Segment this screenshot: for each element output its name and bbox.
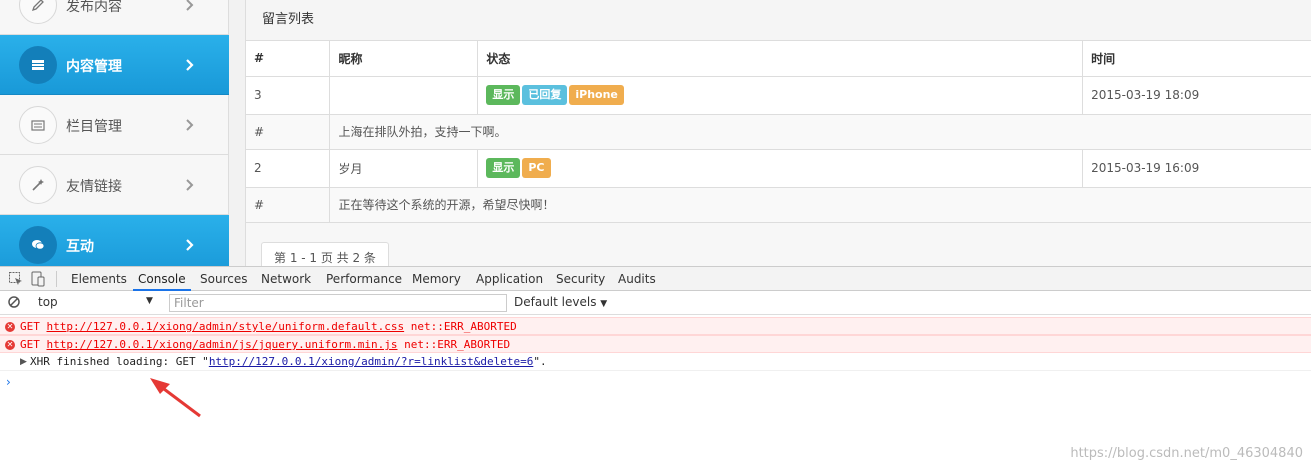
column-header: 状态 bbox=[477, 41, 1084, 77]
column-header: # bbox=[246, 41, 331, 77]
row-time: 2015-03-19 16:09 bbox=[1082, 149, 1311, 188]
tab-performance[interactable]: Performance bbox=[321, 267, 407, 291]
console-output: ✕ GET http://127.0.0.1/xiong/admin/style… bbox=[0, 317, 1311, 389]
request-method: GET bbox=[20, 338, 40, 351]
tab-elements[interactable]: Elements bbox=[66, 267, 132, 291]
sidebar-item-label: 互动 bbox=[66, 239, 94, 255]
tab-network[interactable]: Network bbox=[256, 267, 316, 291]
watermark: https://blog.csdn.net/m0_46304840 bbox=[1070, 446, 1303, 461]
row-time: 2015-03-19 18:09 bbox=[1082, 76, 1311, 115]
context-selector[interactable]: top bbox=[38, 295, 58, 309]
row-status: 显示 PC bbox=[477, 149, 1084, 188]
sidebar-item-links[interactable]: 友情链接 bbox=[0, 155, 229, 215]
tab-console[interactable]: Console bbox=[133, 267, 191, 291]
chevron-right-icon bbox=[186, 179, 194, 191]
expand-triangle-icon[interactable]: ▶ bbox=[20, 353, 27, 371]
request-url[interactable]: http://127.0.0.1/xiong/admin/?r=linklist… bbox=[209, 355, 534, 368]
row-message: 上海在排队外拍，支持一下啊。 bbox=[329, 114, 1311, 150]
column-header: 昵称 bbox=[329, 41, 479, 77]
tab-sources[interactable]: Sources bbox=[195, 267, 252, 291]
table-row[interactable]: 3 显示 已回复 iPhone 2015-03-19 18:09 bbox=[246, 76, 1311, 115]
tab-security[interactable]: Security bbox=[551, 267, 610, 291]
console-info-line[interactable]: ▶ XHR finished loading: GET "http://127.0… bbox=[0, 353, 1311, 371]
message-table: # 昵称 状态 时间 3 显示 已回复 iPhone 2015-03-19 18:0… bbox=[246, 41, 1311, 223]
error-status: net::ERR_ABORTED bbox=[410, 320, 517, 333]
row-hash: # bbox=[246, 114, 331, 150]
request-url[interactable]: http://127.0.0.1/xiong/admin/js/jquery.u… bbox=[47, 338, 398, 351]
tab-application[interactable]: Application bbox=[471, 267, 548, 291]
red-arrow-annotation bbox=[150, 378, 201, 418]
sidebar-item-label: 发布内容 bbox=[66, 0, 122, 15]
sidebar-item-label: 栏目管理 bbox=[66, 119, 122, 135]
chat-icon bbox=[19, 226, 57, 264]
status-badge[interactable]: 显示 bbox=[486, 158, 521, 178]
chevron-right-icon bbox=[186, 239, 194, 251]
list-icon bbox=[19, 46, 57, 84]
levels-label: Default levels bbox=[514, 295, 597, 309]
tab-memory[interactable]: Memory bbox=[407, 267, 466, 291]
caret-down-icon: ▼ bbox=[600, 299, 608, 309]
request-method: GET bbox=[20, 320, 40, 333]
status-badge[interactable]: 显示 bbox=[486, 85, 521, 105]
error-icon: ✕ bbox=[5, 322, 15, 332]
divider bbox=[56, 271, 57, 287]
admin-app: 发布内容 内容管理 栏目管理 友情链接 互动 留言列表 # 昵称 状态 时间 3… bbox=[0, 0, 1311, 266]
column-header: 时间 bbox=[1082, 41, 1311, 77]
sidebar: 发布内容 内容管理 栏目管理 友情链接 互动 bbox=[0, 0, 229, 266]
status-badge: PC bbox=[522, 158, 551, 178]
tab-audits[interactable]: Audits bbox=[613, 267, 661, 291]
console-error-line: ✕ GET http://127.0.0.1/xiong/admin/js/jq… bbox=[0, 335, 1311, 353]
table-row[interactable]: 2 岁月 显示 PC 2015-03-19 16:09 bbox=[246, 149, 1311, 188]
pagination-bar: 第 1 - 1 页 共 2 条 bbox=[246, 222, 1311, 266]
levels-dropdown[interactable]: Default levels ▼ bbox=[514, 295, 607, 309]
console-prompt-icon[interactable]: › bbox=[6, 375, 11, 389]
sidebar-item-label: 友情链接 bbox=[66, 179, 122, 195]
caret-down-icon[interactable]: ▼ bbox=[146, 296, 153, 306]
devtools: Elements Console Sources Network Perform… bbox=[0, 266, 1311, 469]
error-status: net::ERR_ABORTED bbox=[404, 338, 511, 351]
sidebar-item-interact[interactable]: 互动 bbox=[0, 215, 229, 266]
console-error-line: ✕ GET http://127.0.0.1/xiong/admin/style… bbox=[0, 317, 1311, 335]
row-id: 3 bbox=[246, 76, 331, 115]
filter-input[interactable] bbox=[169, 294, 507, 312]
column-icon bbox=[19, 106, 57, 144]
inspect-icon[interactable] bbox=[8, 271, 24, 287]
device-toggle-icon[interactable] bbox=[30, 271, 46, 287]
chevron-right-icon bbox=[186, 59, 194, 71]
log-prefix: XHR finished loading: GET " bbox=[30, 355, 209, 368]
clear-console-icon[interactable] bbox=[7, 295, 23, 311]
status-badge: iPhone bbox=[569, 85, 624, 105]
magic-wand-icon bbox=[19, 166, 57, 204]
table-row: # 正在等待这个系统的开源，希望尽快啊！ bbox=[246, 187, 1311, 223]
message-list-panel: 留言列表 # 昵称 状态 时间 3 显示 已回复 iPhone 2015-03-19… bbox=[245, 0, 1311, 266]
status-badge[interactable]: 已回复 bbox=[522, 85, 568, 105]
pencil-icon bbox=[19, 0, 57, 24]
table-row: # 上海在排队外拍，支持一下啊。 bbox=[246, 114, 1311, 150]
chevron-right-icon bbox=[186, 119, 194, 131]
log-suffix: ". bbox=[533, 355, 547, 368]
sidebar-item-content[interactable]: 内容管理 bbox=[0, 35, 229, 95]
error-icon: ✕ bbox=[5, 340, 15, 350]
row-message: 正在等待这个系统的开源，希望尽快啊！ bbox=[329, 187, 1311, 223]
sidebar-item-label: 内容管理 bbox=[66, 59, 122, 75]
pagination-info[interactable]: 第 1 - 1 页 共 2 条 bbox=[261, 242, 389, 266]
sidebar-item-publish[interactable]: 发布内容 bbox=[0, 0, 229, 35]
row-id: 2 bbox=[246, 149, 331, 188]
row-nickname bbox=[329, 76, 479, 115]
row-hash: # bbox=[246, 187, 331, 223]
row-nickname: 岁月 bbox=[329, 149, 479, 188]
chevron-right-icon bbox=[186, 0, 194, 11]
devtools-tabbar: Elements Console Sources Network Perform… bbox=[0, 267, 1311, 291]
sidebar-item-columns[interactable]: 栏目管理 bbox=[0, 95, 229, 155]
row-status: 显示 已回复 iPhone bbox=[477, 76, 1084, 115]
request-url[interactable]: http://127.0.0.1/xiong/admin/style/unifo… bbox=[47, 320, 405, 333]
console-toolbar: top ▼ Default levels ▼ bbox=[0, 291, 1311, 315]
panel-title: 留言列表 bbox=[246, 0, 1311, 41]
